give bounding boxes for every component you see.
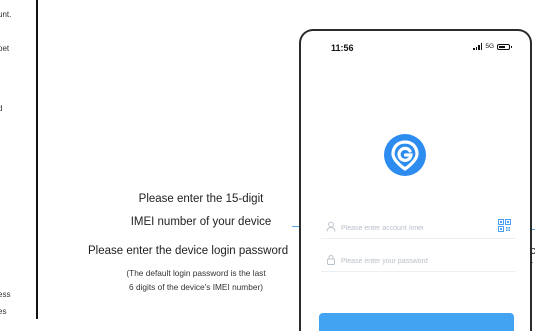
app-logo-icon <box>384 134 426 176</box>
note-line1: (The default login password is the last <box>126 268 266 278</box>
text-fragment: es <box>0 307 7 316</box>
text-fragment: d <box>0 104 2 113</box>
account-underline <box>321 238 516 239</box>
imei-instruction-line1: Please enter the 15-digit <box>138 193 264 205</box>
text-fragment: pet <box>0 44 10 53</box>
status-icons: 5G <box>473 43 512 50</box>
password-underline <box>321 271 516 272</box>
text-fragment: ess <box>0 290 11 299</box>
phone-frame: 11:56 5G <box>299 29 532 331</box>
scan-qr-icon[interactable] <box>498 219 511 232</box>
text-fragment: unt. <box>0 10 12 19</box>
login-button[interactable] <box>319 313 514 331</box>
default-password-note: (The default login password is the last … <box>76 266 316 294</box>
lock-icon <box>327 255 335 265</box>
network-label: 5G <box>485 43 494 50</box>
battery-icon <box>497 43 512 50</box>
status-bar: 11:56 5G <box>301 31 530 59</box>
password-instruction: Please enter the device login password <box>88 245 289 257</box>
imei-instruction: Please enter the 15-digit IMEI number of… <box>98 188 304 234</box>
account-input[interactable] <box>341 217 491 239</box>
status-time: 11:56 <box>331 43 354 53</box>
account-field[interactable] <box>321 217 516 239</box>
note-line2: 6 digits of the device's IMEI number) <box>129 282 263 292</box>
signal-icon <box>473 43 483 50</box>
imei-instruction-line2: IMEI number of your device <box>130 216 272 228</box>
manual-page-edge: unt. pet d ess es <box>0 0 38 319</box>
password-input[interactable] <box>341 250 491 272</box>
user-icon <box>326 221 336 232</box>
password-field[interactable] <box>321 250 516 272</box>
